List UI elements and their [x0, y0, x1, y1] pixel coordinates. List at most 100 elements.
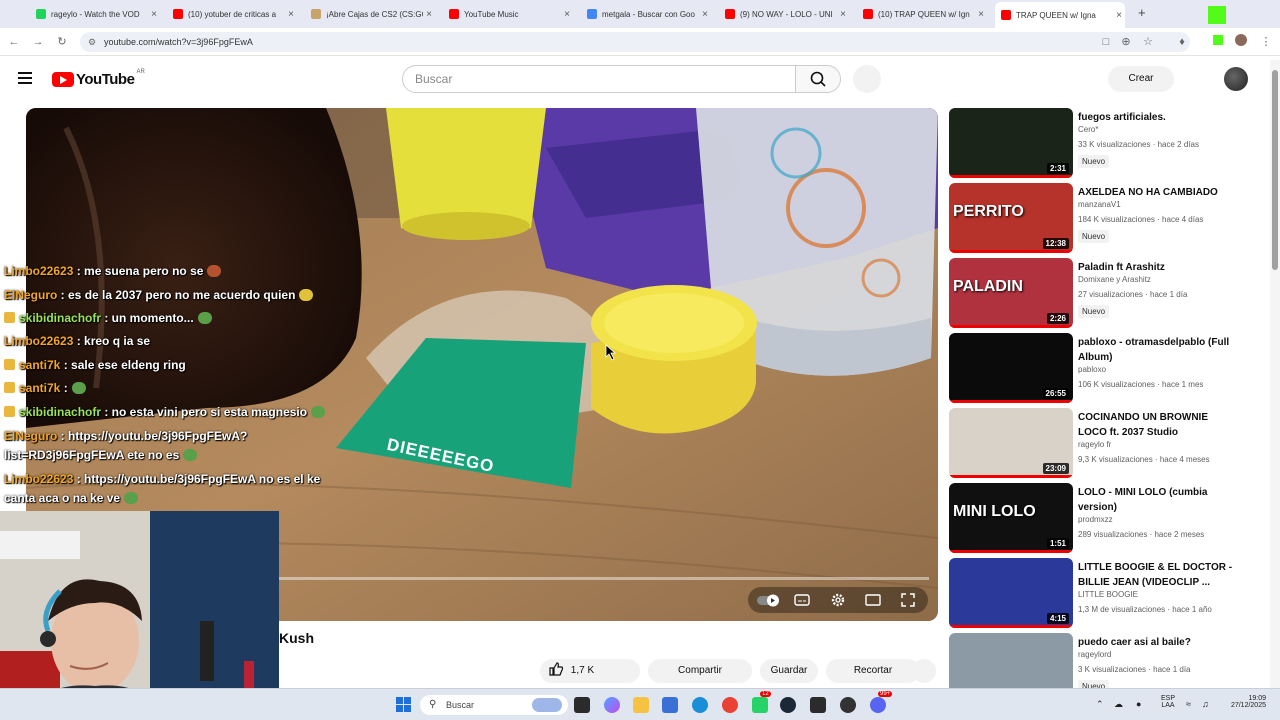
recommended-video[interactable]: MINI LOLO 1:51 LOLO - MINI LOLO (cumbia ve…: [949, 483, 1239, 553]
copilot-icon[interactable]: [604, 697, 620, 713]
media-app-icon[interactable]: [810, 697, 826, 713]
tab-close-icon[interactable]: ×: [423, 9, 435, 20]
browser-tab[interactable]: (10) TRAP QUEEN w/ Ign ×: [857, 4, 987, 24]
recommended-title[interactable]: puedo caer asi al baile?: [1078, 635, 1238, 650]
tab-close-icon[interactable]: ×: [148, 9, 160, 20]
browser-tab[interactable]: rageylo - Watch the VOD ×: [30, 4, 160, 24]
recommended-title[interactable]: LITTLE BOOGIE & EL DOCTOR - BILLIE JEAN …: [1078, 560, 1238, 590]
search-input[interactable]: Buscar: [402, 65, 796, 93]
tab-close-icon[interactable]: ×: [837, 9, 849, 20]
subtitles-button[interactable]: [794, 592, 810, 608]
video-thumbnail[interactable]: MINI LOLO 1:51: [949, 483, 1073, 553]
channel-name[interactable]: pabloxo: [1078, 365, 1106, 374]
settings-button[interactable]: [830, 592, 846, 608]
tray-chevron-icon[interactable]: ⌃: [1096, 699, 1104, 710]
video-thumbnail[interactable]: 23:09: [949, 408, 1073, 478]
recommended-video[interactable]: 2:31 fuegos artificiales. Cero* 33 K visual…: [949, 108, 1239, 178]
scrollbar-thumb[interactable]: [1272, 70, 1278, 270]
recommended-video[interactable]: 23:09 COCINANDO UN BROWNIE LOCO ft. 2037 …: [949, 408, 1239, 478]
recommended-video[interactable]: PERRITO 12:38 AXELDEA NO HA CAMBIADO manzan…: [949, 183, 1239, 253]
fullscreen-button[interactable]: [900, 592, 916, 608]
channel-name[interactable]: prodmxzz: [1078, 515, 1113, 524]
recommended-title[interactable]: LOLO - MINI LOLO (cumbia version): [1078, 485, 1238, 515]
wifi-icon[interactable]: ≈: [1186, 699, 1191, 709]
tab-close-icon[interactable]: ×: [561, 9, 573, 20]
site-info-icon[interactable]: ⚙: [88, 32, 96, 52]
cloud-icon[interactable]: ☁: [1114, 699, 1123, 710]
channel-name[interactable]: rageylo fr: [1078, 440, 1111, 449]
new-tab-button[interactable]: +: [1138, 5, 1146, 20]
tab-close-icon[interactable]: ×: [975, 9, 987, 20]
theater-mode-button[interactable]: [865, 592, 881, 608]
browser-tab[interactable]: (10) yotuber de criticas a ×: [167, 4, 297, 24]
video-thumbnail[interactable]: 4:15: [949, 558, 1073, 628]
task-view-icon[interactable]: [574, 697, 590, 713]
youtube-logo[interactable]: YouTube AR: [52, 69, 145, 88]
browser-menu-icon[interactable]: ⋮: [1258, 34, 1274, 50]
create-button[interactable]: Crear: [1108, 66, 1174, 92]
back-icon[interactable]: ←: [6, 34, 22, 50]
zoom-icon[interactable]: ⊕: [1118, 34, 1134, 50]
recommended-title[interactable]: Paladin ft Arashitz: [1078, 260, 1238, 275]
video-progress-bar[interactable]: [279, 577, 929, 580]
channel-name[interactable]: LITTLE BOOGIE: [1078, 590, 1138, 599]
install-app-icon[interactable]: □: [1098, 34, 1114, 50]
chrome-icon[interactable]: [722, 697, 738, 713]
app-icon[interactable]: [840, 697, 856, 713]
volume-icon[interactable]: ♫: [1202, 699, 1209, 709]
clip-button[interactable]: Recortar: [826, 659, 920, 683]
autoplay-toggle[interactable]: [756, 592, 780, 608]
channel-name[interactable]: Domixane y Arashitz: [1078, 275, 1151, 284]
browser-tab[interactable]: ¡Abre Cajas de CS2 (CS:GO ×: [305, 4, 435, 24]
recommended-video[interactable]: PALADIN 2:26 Paladin ft Arashitz Domixane y…: [949, 258, 1239, 328]
language-indicator[interactable]: ESP LAA: [1158, 695, 1178, 709]
save-button[interactable]: Guardar: [760, 659, 818, 683]
hamburger-menu-icon[interactable]: [18, 72, 32, 84]
store-icon[interactable]: [662, 697, 678, 713]
channel-name[interactable]: manzanaV1: [1078, 200, 1121, 209]
discord-icon[interactable]: 99+: [870, 691, 893, 713]
tab-close-icon[interactable]: ×: [285, 9, 297, 20]
new-badge: Nuevo: [1078, 230, 1110, 243]
edge-icon[interactable]: [692, 697, 708, 713]
browser-tab[interactable]: (9) NO WAY - LOLO - UNI ×: [719, 4, 849, 24]
user-avatar[interactable]: [1224, 67, 1248, 91]
recommended-title[interactable]: pabloxo - otramasdelpablo (Full Album): [1078, 335, 1238, 365]
more-actions-button[interactable]: [912, 659, 936, 683]
video-thumbnail[interactable]: 2:31: [949, 108, 1073, 178]
whatsapp-icon[interactable]: 12: [752, 691, 771, 713]
address-bar[interactable]: ⚙ youtube.com/watch?v=3j96FpgFEwA: [80, 32, 1190, 52]
video-thumbnail[interactable]: PALADIN 2:26: [949, 258, 1073, 328]
like-button[interactable]: 1,7 K: [540, 659, 640, 683]
tab-close-icon[interactable]: ×: [1113, 10, 1125, 21]
video-thumbnail[interactable]: 26:55: [949, 333, 1073, 403]
mic-icon[interactable]: ●: [1136, 699, 1141, 709]
bookmark-star-icon[interactable]: ☆: [1140, 34, 1156, 50]
clock[interactable]: 19:09 27/12/2025: [1218, 695, 1266, 709]
recommended-video[interactable]: 4:15 LITTLE BOOGIE & EL DOCTOR - BILLIE J…: [949, 558, 1239, 628]
video-thumbnail[interactable]: PERRITO 12:38: [949, 183, 1073, 253]
browser-tab[interactable]: TRAP QUEEN w/ Igna ×: [995, 2, 1125, 28]
voice-search-button[interactable]: [853, 65, 881, 93]
channel-name[interactable]: Cero*: [1078, 125, 1098, 134]
search-button[interactable]: [795, 65, 841, 93]
taskbar-search[interactable]: ⚲ Buscar: [420, 695, 568, 715]
browser-tab[interactable]: YouTube Music ×: [443, 4, 573, 24]
reload-icon[interactable]: ↻: [54, 34, 70, 50]
recommended-title[interactable]: fuegos artificiales.: [1078, 110, 1238, 125]
file-explorer-icon[interactable]: [633, 697, 649, 713]
browser-tab[interactable]: metgala - Buscar con Goo ×: [581, 4, 711, 24]
tab-close-icon[interactable]: ×: [699, 9, 711, 20]
extensions-icon[interactable]: ♦: [1174, 34, 1190, 50]
recommended-video[interactable]: 26:55 pabloxo - otramasdelpablo (Full Alb…: [949, 333, 1239, 403]
recommended-title[interactable]: COCINANDO UN BROWNIE LOCO ft. 2037 Studi…: [1078, 410, 1238, 440]
region-code: AR: [136, 69, 145, 75]
channel-name[interactable]: rageylord: [1078, 650, 1111, 659]
profile-icon[interactable]: [1233, 34, 1249, 50]
share-button[interactable]: Compartir: [648, 659, 752, 683]
recommended-title[interactable]: AXELDEA NO HA CAMBIADO: [1078, 185, 1238, 200]
start-button[interactable]: [396, 697, 412, 713]
steam-icon[interactable]: [780, 697, 796, 713]
forward-icon[interactable]: →: [30, 34, 46, 50]
kick-extension-icon[interactable]: [1210, 34, 1226, 50]
